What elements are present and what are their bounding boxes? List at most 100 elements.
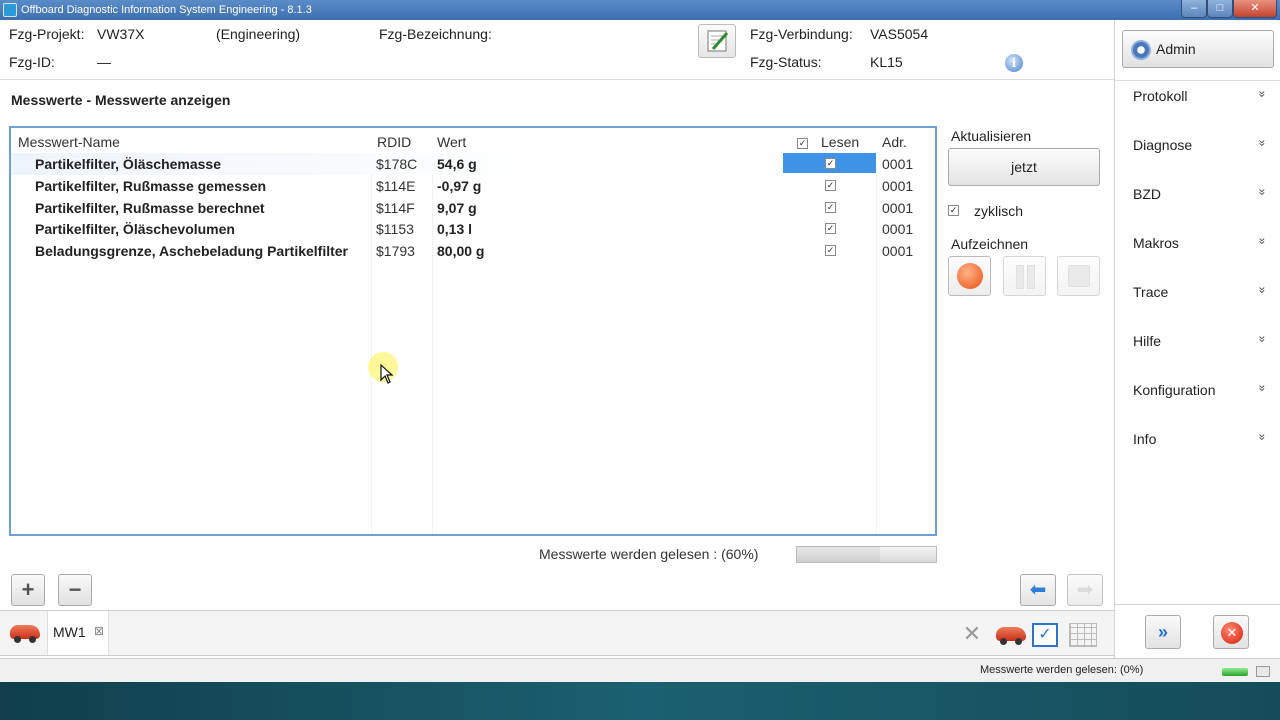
row-lesen-checkbox[interactable]: ✓	[825, 202, 836, 213]
sidebar-item-bzd[interactable]: BZD »	[1115, 180, 1280, 210]
sidebar-item-trace[interactable]: Trace »	[1115, 278, 1280, 308]
network-icon	[1256, 666, 1270, 677]
chevron-down-icon: »	[1255, 90, 1270, 98]
sidebar-item-konfiguration[interactable]: Konfiguration »	[1115, 376, 1280, 406]
row-wert: 80,00 g	[437, 243, 485, 259]
chevron-down-icon: »	[1255, 433, 1270, 441]
app-icon	[3, 3, 17, 17]
tab-strip: MW1 ⊠ ✕ ✓	[0, 610, 1114, 656]
col-header-lesen[interactable]: Lesen	[821, 134, 859, 150]
col-header-wert[interactable]: Wert	[437, 134, 466, 150]
fzg-id-label: Fzg-ID:	[9, 54, 55, 70]
chevron-down-icon: »	[1255, 384, 1270, 392]
sidebar-item-diagnose[interactable]: Diagnose »	[1115, 131, 1280, 161]
sidebar-item-info[interactable]: Info »	[1115, 425, 1280, 455]
row-adr: 0001	[882, 156, 914, 172]
chevron-down-icon: »	[1255, 237, 1270, 245]
page-title: Messwerte - Messwerte anzeigen	[11, 92, 231, 108]
table-row[interactable]: Beladungsgrenze, Aschebeladung Partikelf…	[11, 240, 935, 262]
row-name: Beladungsgrenze, Aschebeladung Partikelf…	[35, 243, 349, 259]
info-icon[interactable]: i	[1005, 54, 1023, 72]
grid-tool-icon[interactable]	[1069, 623, 1097, 647]
select-all-checkbox[interactable]: ✓	[797, 138, 808, 149]
admin-button[interactable]: Admin	[1122, 30, 1274, 68]
chevron-down-icon: »	[1255, 286, 1270, 294]
record-button[interactable]	[948, 256, 991, 296]
next-step-button[interactable]: »	[1145, 615, 1181, 649]
table-row[interactable]: Partikelfilter, Rußmasse berechnet $114F…	[11, 197, 935, 219]
progress-bar	[796, 546, 937, 563]
fzg-bezeichnung-label: Fzg-Bezeichnung:	[379, 26, 492, 42]
pause-icon	[1016, 265, 1035, 289]
sidebar-item-label: Trace	[1133, 284, 1169, 300]
jetzt-button[interactable]: jetzt	[948, 148, 1100, 186]
sidebar-item-hilfe[interactable]: Hilfe »	[1115, 327, 1280, 357]
fzg-projekt-mode: (Engineering)	[216, 26, 301, 42]
forward-button[interactable]: ➡	[1067, 574, 1103, 606]
sidebar-item-label: Diagnose	[1133, 137, 1193, 153]
edit-pencil-icon	[707, 30, 729, 52]
zyklisch-checkbox[interactable]: ✓	[948, 205, 959, 216]
sidebar-item-makros[interactable]: Makros »	[1115, 229, 1280, 259]
back-button[interactable]: ⬅	[1020, 574, 1056, 606]
vehicle-icon[interactable]	[10, 625, 40, 643]
add-button[interactable]: +	[11, 574, 45, 606]
tab-close-icon[interactable]: ⊠	[94, 624, 104, 638]
row-wert: 54,6 g	[437, 156, 477, 172]
row-name: Partikelfilter, Öläschevolumen	[35, 221, 235, 237]
sidebar-item-label: Hilfe	[1133, 333, 1162, 349]
checklist-tool-icon[interactable]: ✓	[1032, 623, 1058, 647]
exit-button[interactable]: ✕	[1213, 615, 1249, 649]
progress-status-text: Messwerte werden gelesen : (60%)	[539, 546, 759, 562]
stop-button[interactable]	[1057, 256, 1100, 296]
sidebar-item-label: Konfiguration	[1133, 382, 1216, 398]
tab-mw1[interactable]: MW1 ⊠	[47, 611, 109, 655]
sidebar-item-label: BZD	[1133, 186, 1161, 202]
row-rdid: $1153	[376, 221, 414, 237]
row-lesen-checkbox[interactable]: ✓	[825, 158, 836, 169]
table-row[interactable]: Partikelfilter, Öläschevolumen $1153 0,1…	[11, 218, 935, 240]
vehicle-tool-icon[interactable]	[996, 627, 1026, 645]
row-rdid: $1793	[376, 243, 415, 259]
col-header-adr[interactable]: Adr.	[882, 134, 907, 150]
aufzeichnen-label: Aufzeichnen	[951, 236, 1029, 252]
progress-fill	[797, 547, 881, 562]
row-lesen-checkbox[interactable]: ✓	[825, 245, 836, 256]
col-header-rdid[interactable]: RDID	[377, 134, 411, 150]
fzg-verbindung-value: VAS5054	[870, 26, 929, 42]
sidebar: Admin Protokoll » Diagnose » BZD » Makros » …	[1114, 20, 1280, 658]
sidebar-item-protokoll[interactable]: Protokoll »	[1115, 82, 1280, 112]
gear-icon	[1131, 40, 1151, 60]
fzg-verbindung-label: Fzg-Verbindung:	[750, 26, 853, 42]
tab-mw1-label: MW1	[53, 624, 86, 640]
connection-led-icon	[1222, 668, 1248, 676]
chevron-down-icon: »	[1255, 139, 1270, 147]
row-name: Partikelfilter, Rußmasse gemessen	[35, 178, 267, 194]
col-header-name[interactable]: Messwert-Name	[18, 134, 120, 150]
close-window-button[interactable]: ✕	[1233, 0, 1277, 18]
mouse-pointer-icon	[380, 364, 394, 384]
edit-notes-button[interactable]	[698, 24, 736, 58]
pause-button[interactable]	[1003, 256, 1046, 296]
row-lesen-checkbox[interactable]: ✓	[825, 180, 836, 191]
row-lesen-checkbox[interactable]: ✓	[825, 223, 836, 234]
minimize-button[interactable]: –	[1181, 0, 1207, 18]
maximize-button[interactable]: □	[1207, 0, 1233, 18]
zyklisch-label: zyklisch	[974, 203, 1024, 219]
table-header: Messwert-Name RDID Wert ✓ Lesen Adr.	[11, 132, 935, 152]
delete-tool-icon[interactable]: ✕	[958, 621, 986, 647]
table-row[interactable]: Partikelfilter, Öläschemasse $178C 54,6 …	[11, 153, 935, 175]
status-bar-text: Messwerte werden gelesen: (0%)	[980, 664, 1144, 676]
row-wert: -0,97 g	[437, 178, 482, 194]
exit-icon: ✕	[1221, 622, 1243, 644]
chevron-down-icon: »	[1255, 335, 1270, 343]
vehicle-header: Fzg-Projekt: VW37X (Engineering) Fzg-Bez…	[0, 20, 1114, 80]
table-row[interactable]: Partikelfilter, Rußmasse gemessen $114E …	[11, 175, 935, 197]
stop-icon	[1068, 265, 1090, 287]
window-title: Offboard Diagnostic Information System E…	[21, 4, 312, 16]
row-adr: 0001	[882, 200, 914, 216]
sidebar-footer: » ✕	[1115, 604, 1280, 658]
row-rdid: $114F	[376, 200, 415, 216]
remove-button[interactable]: −	[58, 574, 92, 606]
row-name: Partikelfilter, Öläschemasse	[35, 156, 221, 172]
